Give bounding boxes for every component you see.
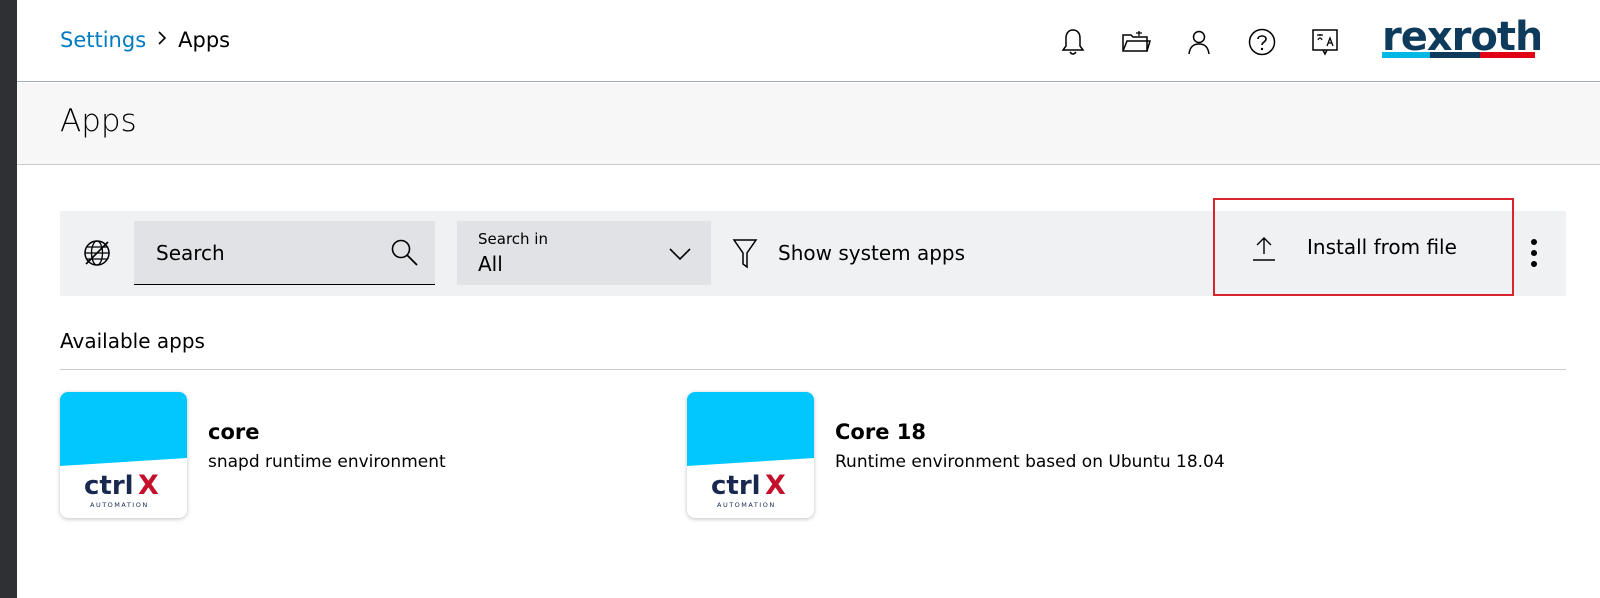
help-icon[interactable]	[1242, 24, 1282, 60]
ctrlx-app-icon: ctrl X AUTOMATION	[687, 392, 814, 518]
search-field	[134, 221, 435, 285]
svg-text:X: X	[138, 470, 159, 501]
toolbar: Search in All Show system apps Install f…	[60, 198, 1566, 296]
svg-text:AUTOMATION: AUTOMATION	[90, 501, 149, 509]
breadcrumb-settings-link[interactable]: Settings	[60, 28, 146, 52]
section-title: Available apps	[60, 329, 205, 353]
folder-icon[interactable]	[1116, 24, 1156, 60]
globe-off-icon[interactable]	[80, 234, 114, 272]
breadcrumb-current: Apps	[178, 28, 231, 52]
language-icon[interactable]	[1305, 24, 1345, 60]
install-from-file-label: Install from file	[1307, 235, 1457, 259]
filter-icon	[732, 239, 758, 269]
ctrlx-app-icon: ctrl X AUTOMATION	[60, 392, 187, 518]
app-card-core[interactable]: ctrl X AUTOMATION core snapd runtime env…	[60, 392, 446, 520]
more-options-icon[interactable]	[1524, 235, 1544, 271]
header: Settings Apps rexroth	[17, 0, 1600, 82]
chevron-down-icon	[669, 248, 691, 261]
app-description: Runtime environment based on Ubuntu 18.0…	[835, 452, 1225, 472]
breadcrumb: Settings Apps	[60, 28, 230, 52]
svg-text:X: X	[765, 470, 786, 501]
search-in-select[interactable]: Search in All	[457, 221, 711, 285]
show-system-apps-label: Show system apps	[778, 241, 966, 265]
svg-text:ctrl: ctrl	[84, 471, 134, 501]
header-icons	[1053, 24, 1368, 60]
rexroth-logo: rexroth	[1380, 14, 1543, 62]
search-icon[interactable]	[389, 237, 421, 269]
user-icon[interactable]	[1179, 24, 1219, 60]
svg-text:ctrl: ctrl	[711, 471, 761, 501]
show-system-apps-button[interactable]: Show system apps	[732, 231, 965, 275]
svg-text:AUTOMATION: AUTOMATION	[717, 501, 776, 509]
install-from-file-button[interactable]: Install from file	[1213, 198, 1514, 296]
upload-icon	[1253, 237, 1275, 261]
app-description: snapd runtime environment	[208, 452, 446, 472]
app-name: core	[208, 420, 260, 444]
app-name: Core 18	[835, 420, 926, 444]
search-input[interactable]	[156, 237, 376, 269]
page-title: Apps	[60, 103, 137, 139]
search-in-label: Search in	[478, 230, 548, 248]
divider	[60, 369, 1566, 370]
left-rail	[0, 0, 17, 598]
bell-icon[interactable]	[1053, 24, 1093, 60]
app-window: Settings Apps rexroth Apps Search Search…	[17, 0, 1600, 598]
chevron-right-icon	[156, 30, 168, 51]
search-in-value: All	[478, 252, 503, 276]
app-card-core18[interactable]: ctrl X AUTOMATION Core 18 Runtime enviro…	[687, 392, 1225, 520]
title-bar: Apps	[17, 83, 1600, 165]
